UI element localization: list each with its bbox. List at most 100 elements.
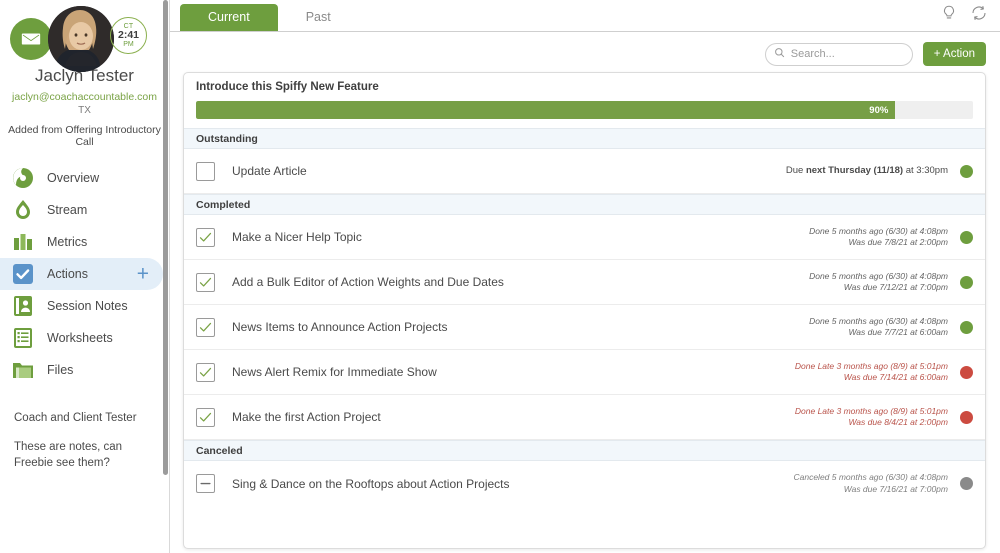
task-row[interactable]: Update Article Due next Thursday (11/18) … (184, 149, 985, 194)
task-row[interactable]: Make the first Action Project Done Late 3… (184, 395, 985, 440)
task-title: Make the first Action Project (232, 410, 381, 424)
task-status-dot[interactable] (960, 410, 973, 424)
panel-spacer (184, 119, 985, 128)
task-checkbox-checked[interactable] (196, 362, 215, 382)
task-completion-text: Done Late 3 months ago (8/9) at 5:01pm (794, 360, 948, 371)
task-was-due-text: Was due 7/16/21 at 7:00pm (843, 483, 948, 494)
lightbulb-icon[interactable] (940, 4, 958, 27)
task-title: Update Article (232, 164, 307, 178)
sidebar-item-label: Stream (47, 203, 88, 217)
sidebar-item-label: Overview (47, 171, 100, 185)
search-box[interactable] (764, 42, 913, 66)
header-icons (940, 4, 988, 27)
task-status-dot[interactable] (960, 275, 973, 289)
client-timezone-clock: CT 2:41 PM (110, 17, 147, 54)
task-row[interactable]: Add a Bulk Editor of Action Weights and … (184, 260, 985, 305)
avatar[interactable] (48, 6, 114, 72)
main-content: Current Past Search... + Action Introduc… (170, 0, 1000, 553)
task-checkbox-empty[interactable] (196, 161, 215, 181)
task-meta: Done 5 months ago (6/30) at 4:08pm Was du… (809, 271, 948, 294)
task-row[interactable]: News Items to Announce Action Projects Do… (184, 305, 985, 350)
task-row[interactable]: Make a Nicer Help Topic Done 5 months ago… (184, 215, 985, 260)
message-envelope-icon[interactable] (10, 18, 52, 60)
sidebar-item-metrics[interactable]: Metrics (0, 226, 163, 258)
task-status-dot[interactable] (960, 164, 973, 178)
task-group-label: Completed (196, 198, 251, 211)
sidebar-item-label: Metrics (47, 235, 88, 249)
task-checkbox-canceled[interactable] (196, 474, 215, 493)
sidebar-item-stream[interactable]: Stream (0, 194, 163, 226)
task-status-dot[interactable] (960, 477, 973, 490)
tab-current[interactable]: Current (180, 4, 278, 31)
add-action-plus-icon[interactable]: + (137, 264, 149, 285)
task-title: Add a Bulk Editor of Action Weights and … (232, 275, 504, 289)
task-row[interactable]: News Alert Remix for Immediate Show Done … (184, 350, 985, 395)
sidebar-item-session-notes[interactable]: Session Notes (0, 290, 163, 322)
task-title: News Alert Remix for Immediate Show (232, 365, 437, 379)
task-checkbox-checked[interactable] (196, 317, 215, 337)
clock-ampm: PM (123, 40, 134, 48)
task-meta: Due next Thursday (11/18) at 3:30pm (786, 165, 948, 178)
task-completion-text: Done Late 3 months ago (8/9) at 5:01pm (794, 405, 948, 416)
sidebar-item-actions[interactable]: Actions + (0, 258, 163, 290)
tab-past[interactable]: Past (278, 4, 359, 31)
sidebar-item-files[interactable]: Files (0, 354, 163, 386)
client-note-line-1: Coach and Client Tester (14, 412, 137, 424)
search-input[interactable] (790, 48, 901, 60)
client-note-line-2: These are notes, can Freebie see them? (14, 440, 123, 470)
session-notes-icon (10, 293, 36, 319)
task-was-due-text: Was due 7/14/21 at 6:00am (843, 372, 948, 382)
clock-time: 2:41 (117, 29, 139, 42)
task-due-text: Due next Thursday (11/18) at 3:30pm (785, 164, 948, 176)
project-progress-fill: 90% (196, 101, 896, 119)
task-meta: Canceled 5 months ago (6/30) at 4:08pm Wa… (793, 472, 948, 495)
task-title: Sing & Dance on the Rooftops about Actio… (232, 476, 510, 491)
task-row[interactable]: Sing & Dance on the Rooftops about Actio… (184, 461, 985, 506)
task-checkbox-checked[interactable] (196, 272, 215, 292)
task-was-due-text: Was due 7/7/21 at 6:00am (848, 327, 948, 337)
sidebar-nav: Overview Stream Metrics Actions + Sessio… (0, 162, 169, 386)
sidebar-item-label: Files (47, 363, 74, 377)
project-title: Introduce this Spiffy New Feature (196, 81, 379, 93)
client-added-from: Added from Offering Introductory Call (8, 124, 161, 148)
task-meta-wrap: Canceled 5 months ago (6/30) at 4:08pm Wa… (793, 472, 973, 495)
task-meta-wrap: Done 5 months ago (6/30) at 4:08pm Was du… (809, 316, 973, 339)
task-completion-text: Done 5 months ago (6/30) at 4:08pm (809, 315, 948, 326)
task-status-dot[interactable] (960, 365, 973, 379)
task-was-due-text: Was due 8/4/21 at 2:00pm (848, 417, 948, 427)
files-icon (10, 357, 36, 383)
sidebar-item-label: Worksheets (47, 331, 113, 345)
app-root: CT 2:41 PM Jaclyn Tester jaclyn@coachacc… (0, 0, 1000, 553)
sidebar-item-label: Session Notes (47, 299, 128, 313)
task-checkbox-checked[interactable] (196, 407, 215, 427)
task-completion-text: Canceled 5 months ago (6/30) at 4:08pm (793, 472, 948, 483)
task-status-dot[interactable] (960, 320, 973, 334)
task-checkbox-checked[interactable] (196, 227, 215, 247)
profile-header: CT 2:41 PM (0, 4, 169, 72)
task-groups: Outstanding Update Article Due next Thursd… (184, 128, 985, 506)
client-notes: Coach and Client Tester These are notes,… (0, 410, 169, 472)
project-header: Introduce this Spiffy New Feature 90% (184, 73, 985, 119)
client-sidebar: CT 2:41 PM Jaclyn Tester jaclyn@coachacc… (0, 0, 170, 553)
client-email[interactable]: jaclyn@coachaccountable.com (0, 91, 169, 103)
task-meta-wrap: Due next Thursday (11/18) at 3:30pm (786, 164, 973, 178)
task-group-label: Outstanding (196, 132, 258, 145)
task-status-dot[interactable] (960, 230, 973, 244)
sidebar-scrollbar[interactable] (163, 0, 168, 475)
task-was-due-text: Was due 7/8/21 at 2:00pm (848, 237, 948, 247)
task-completion-text: Done 5 months ago (6/30) at 4:08pm (809, 225, 948, 236)
refresh-icon[interactable] (970, 4, 988, 27)
project-progress-label: 90% (869, 104, 889, 116)
task-group-header: Completed (184, 194, 985, 215)
task-meta: Done 5 months ago (6/30) at 4:08pm Was du… (809, 226, 948, 249)
sidebar-item-worksheets[interactable]: Worksheets (0, 322, 163, 354)
task-meta: Done Late 3 months ago (8/9) at 5:01pm Wa… (795, 406, 948, 429)
add-action-button[interactable]: + Action (922, 42, 986, 66)
client-state: TX (78, 105, 91, 116)
task-was-due-text: Was due 7/12/21 at 7:00pm (843, 282, 948, 292)
sidebar-item-overview[interactable]: Overview (0, 162, 163, 194)
actions-icon (10, 261, 36, 287)
sidebar-item-label: Actions (47, 267, 88, 281)
task-meta: Done Late 3 months ago (8/9) at 5:01pm Wa… (795, 361, 948, 384)
task-group-label: Canceled (196, 444, 243, 457)
